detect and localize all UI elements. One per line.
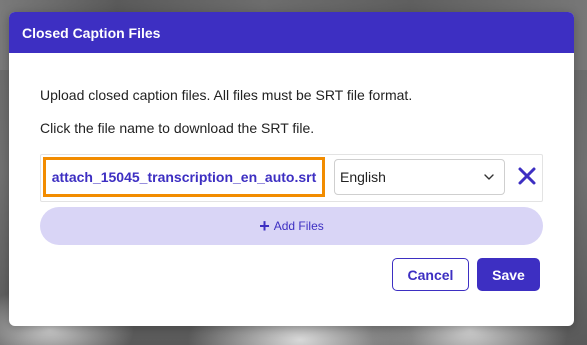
download-instructions: Click the file name to download the SRT … — [40, 120, 315, 136]
upload-instructions: Upload closed caption files. All files m… — [40, 87, 413, 103]
caption-file-row: attach_15045_transcription_en_auto.srt E… — [40, 154, 543, 202]
language-select-value: English — [340, 169, 386, 185]
add-files-label: Add Files — [273, 219, 324, 233]
chevron-down-icon — [484, 174, 494, 180]
closed-caption-modal: Closed Caption Files Upload closed capti… — [9, 12, 574, 326]
language-select[interactable]: English — [334, 159, 505, 195]
modal-header: Closed Caption Files — [9, 12, 574, 53]
save-button[interactable]: Save — [477, 258, 540, 291]
caption-file-link[interactable]: attach_15045_transcription_en_auto.srt — [43, 157, 325, 197]
modal-title: Closed Caption Files — [22, 24, 161, 41]
remove-file-close-icon[interactable] — [515, 164, 539, 188]
cancel-button[interactable]: Cancel — [392, 258, 469, 291]
plus-icon: + — [259, 216, 270, 236]
add-files-button[interactable]: + Add Files — [40, 207, 543, 245]
